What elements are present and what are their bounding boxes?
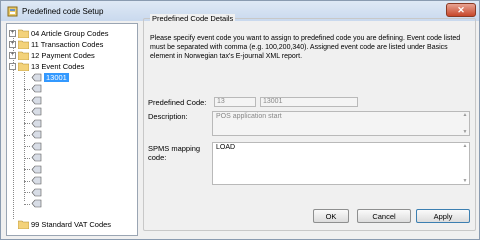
spms-mapping-label: SPMS mapping xyxy=(148,144,201,153)
tree-child-item[interactable] xyxy=(31,164,44,174)
apply-button[interactable]: Apply xyxy=(416,209,470,223)
description-textarea: POS application start ▲ ▼ xyxy=(212,111,470,136)
code-tree: + 04 Article Group Codes + 11 Transactio… xyxy=(6,23,138,236)
tree-child-item[interactable] xyxy=(31,199,44,209)
scroll-down-icon[interactable]: ▼ xyxy=(463,178,468,184)
ok-button[interactable]: OK xyxy=(313,209,349,223)
tree-child-item[interactable] xyxy=(31,84,44,94)
expand-icon[interactable]: + xyxy=(9,29,16,37)
description-label: Description: xyxy=(148,112,188,121)
tree-guide-line xyxy=(24,123,30,124)
code-icon xyxy=(31,153,42,162)
instructions-text: Please specify event code you want to as… xyxy=(150,35,461,60)
code-icon xyxy=(31,176,42,185)
tree-guide-line xyxy=(24,192,30,193)
collapse-icon[interactable]: - xyxy=(9,62,16,70)
expand-icon[interactable]: + xyxy=(9,40,16,48)
tree-item-label: 13 Event Codes xyxy=(31,61,85,71)
code-icon xyxy=(31,188,42,197)
spms-mapping-label-line2: code: xyxy=(148,153,167,162)
scroll-down-icon[interactable]: ▼ xyxy=(463,129,468,135)
folder-icon xyxy=(18,51,29,60)
tree-guide-line xyxy=(24,146,30,147)
predefined-code-details-group: Predefined Code Details Please specify e… xyxy=(143,14,476,231)
tree-child-item[interactable] xyxy=(31,187,44,197)
tree-item-standard-vat-codes[interactable]: 99 Standard VAT Codes xyxy=(18,219,111,229)
tree-item-event-codes[interactable]: - 13 Event Codes xyxy=(9,61,84,71)
group-title: Predefined Code Details xyxy=(150,14,236,23)
tree-guide-line xyxy=(24,111,30,113)
tree-guide-line xyxy=(24,203,30,205)
expand-icon[interactable]: + xyxy=(9,51,16,59)
description-value: POS application start xyxy=(216,113,282,120)
scroll-up-icon[interactable]: ▲ xyxy=(463,143,468,149)
predefined-code-field: 13001 xyxy=(260,97,358,107)
tree-item-label: 13001 xyxy=(44,72,69,82)
code-icon xyxy=(31,142,42,151)
code-icon xyxy=(31,84,42,93)
tree-guide-line xyxy=(24,157,30,159)
code-icon xyxy=(31,73,42,82)
close-icon: ✕ xyxy=(457,4,465,15)
tree-item-label: 99 Standard VAT Codes xyxy=(31,219,112,229)
code-icon xyxy=(31,199,42,208)
tree-child-selected[interactable]: 13001 xyxy=(31,72,69,82)
folder-icon xyxy=(18,29,29,38)
tree-item-label: 04 Article Group Codes xyxy=(31,28,109,38)
tree-guide-line xyxy=(24,88,30,90)
description-scrollbar[interactable]: ▲ ▼ xyxy=(461,112,469,135)
tree-item-transaction-codes[interactable]: + 11 Transaction Codes xyxy=(9,39,103,49)
tree-child-item[interactable] xyxy=(31,118,44,128)
tree-child-item[interactable] xyxy=(31,130,44,140)
code-icon xyxy=(31,107,42,116)
code-icon xyxy=(31,119,42,128)
app-icon xyxy=(7,6,18,17)
tree-child-item[interactable] xyxy=(31,176,44,186)
tree-guide-line xyxy=(24,134,30,136)
predefined-code-group-field: 13 xyxy=(214,97,256,107)
folder-icon xyxy=(18,220,29,229)
scroll-up-icon[interactable]: ▲ xyxy=(463,112,468,118)
tree-item-label: 11 Transaction Codes xyxy=(31,39,104,49)
predefined-code-label: Predefined Code: xyxy=(148,98,207,107)
tree-guide-line xyxy=(24,100,30,101)
code-icon xyxy=(31,130,42,139)
predefined-code-setup-window: Predefined code Setup ✕ + 04 Article Gro… xyxy=(0,0,480,240)
spms-mapping-value: LOAD xyxy=(216,144,236,151)
tree-child-item[interactable] xyxy=(31,95,44,105)
cancel-button[interactable]: Cancel xyxy=(357,209,411,223)
folder-icon xyxy=(18,62,29,71)
code-icon xyxy=(31,96,42,105)
tree-child-item[interactable] xyxy=(31,141,44,151)
tree-guide-line xyxy=(24,180,30,182)
tree-guide-line xyxy=(24,169,30,170)
folder-icon xyxy=(18,40,29,49)
close-button[interactable]: ✕ xyxy=(446,3,476,17)
tree-item-payment-codes[interactable]: + 12 Payment Codes xyxy=(9,50,95,60)
spms-mapping-textarea[interactable]: LOAD ▲ ▼ xyxy=(212,142,470,185)
code-icon xyxy=(31,165,42,174)
tree-item-label: 12 Payment Codes xyxy=(31,50,95,60)
tree-item-article-group-codes[interactable]: + 04 Article Group Codes xyxy=(9,28,109,38)
window-title: Predefined code Setup xyxy=(22,6,104,16)
tree-child-item[interactable] xyxy=(31,153,44,163)
tree-child-item[interactable] xyxy=(31,107,44,117)
spms-scrollbar[interactable]: ▲ ▼ xyxy=(461,143,469,184)
